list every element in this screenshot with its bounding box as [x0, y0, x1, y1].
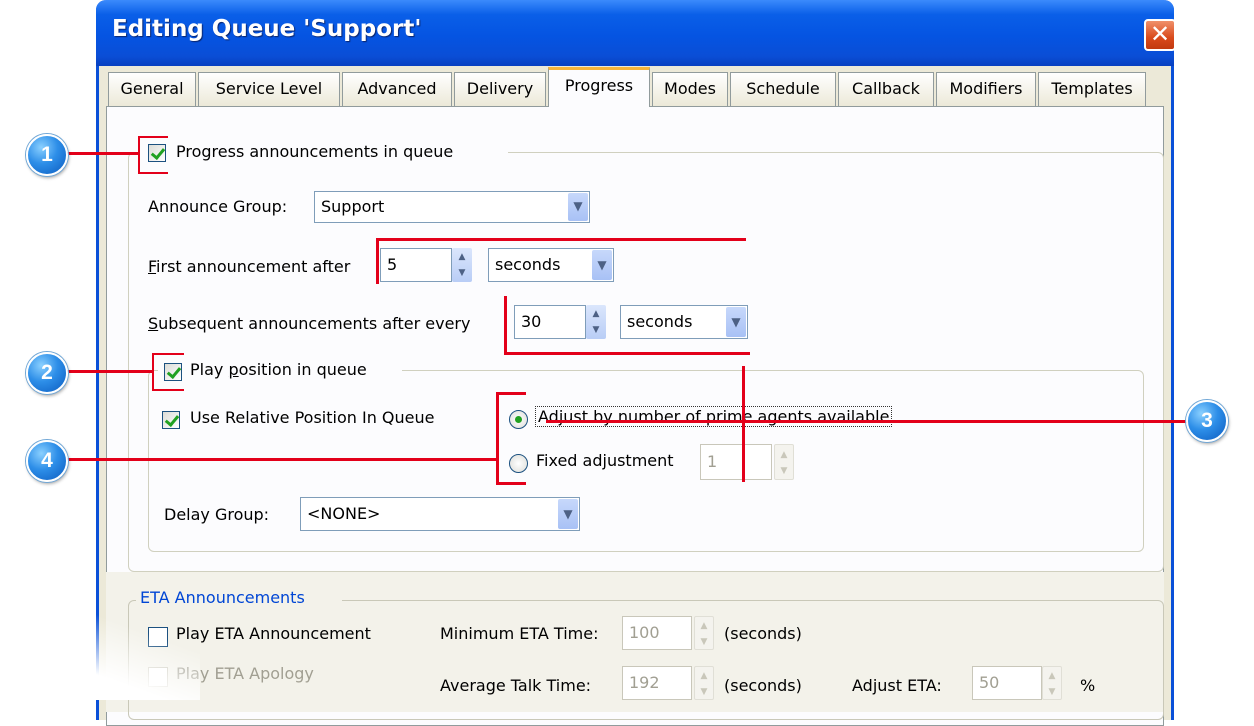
page-fade	[0, 600, 200, 700]
chevron-down-icon[interactable]: ▼	[726, 307, 746, 337]
callout-badge-1: 1	[26, 134, 68, 176]
tab-delivery[interactable]: Delivery	[454, 72, 546, 106]
callout-2-line	[62, 370, 154, 373]
callout-2-bracket	[152, 353, 154, 391]
adjust-eta-label: Adjust ETA:	[852, 676, 942, 695]
spin-down-icon[interactable]: ▼	[586, 325, 606, 335]
play-eta-label: Play ETA Announcement	[176, 624, 371, 643]
spin-down-icon[interactable]: ▼	[695, 687, 713, 697]
first-announcement-unit-select[interactable]: seconds ▼	[488, 248, 614, 282]
min-eta-label: Minimum ETA Time:	[440, 624, 599, 643]
callout-3-line	[546, 420, 1188, 423]
callout-3-left-bracket	[376, 238, 379, 284]
fixed-adjustment-input[interactable]: 1	[700, 444, 772, 480]
tab-service-level[interactable]: Service Level	[198, 72, 340, 106]
fixed-adjustment-radio[interactable]	[509, 454, 528, 473]
callout-4-bracket	[496, 392, 499, 484]
subsequent-announcement-spinner[interactable]: ▲ ▼	[586, 305, 606, 339]
adjust-eta-unit: %	[1080, 676, 1096, 695]
callout-badge-2: 2	[26, 352, 68, 394]
min-eta-input[interactable]: 100	[622, 616, 692, 650]
chevron-down-icon[interactable]: ▼	[558, 499, 578, 529]
window-title: Editing Queue 'Support'	[112, 16, 422, 42]
callout-1-bracket	[138, 136, 140, 174]
spin-up-icon[interactable]: ▲	[586, 309, 606, 319]
first-announcement-spinner[interactable]: ▲ ▼	[452, 248, 472, 282]
subsequent-announcement-input[interactable]: 30	[514, 305, 586, 339]
subsequent-unit-value: seconds	[627, 312, 693, 331]
tab-modes[interactable]: Modes	[652, 72, 728, 106]
min-eta-unit: (seconds)	[724, 624, 802, 643]
progress-announcements-checkbox[interactable]	[148, 144, 166, 162]
avg-talk-unit: (seconds)	[724, 676, 802, 695]
spin-down-icon[interactable]: ▼	[452, 268, 472, 278]
announce-group-label: Announce Group:	[148, 197, 288, 216]
spin-down-icon[interactable]: ▼	[1043, 687, 1061, 697]
subsequent-announcement-label: Subsequent announcements after every	[148, 314, 471, 333]
callout-4-bracket-bottom	[496, 482, 526, 485]
adjust-eta-input[interactable]: 50	[972, 666, 1042, 700]
fixed-adjustment-spinner[interactable]: ▲ ▼	[774, 444, 794, 480]
callout-1-bracket-top	[138, 136, 168, 138]
spin-up-icon[interactable]: ▲	[775, 450, 793, 460]
first-announcement-label: First announcement after	[148, 257, 351, 276]
callout-2-bracket-bottom	[152, 389, 184, 391]
delay-group-value: <NONE>	[307, 504, 381, 523]
play-position-checkbox[interactable]	[164, 363, 182, 381]
spin-down-icon[interactable]: ▼	[695, 637, 713, 647]
fixed-adjustment-label: Fixed adjustment	[536, 451, 674, 470]
tab-templates[interactable]: Templates	[1038, 72, 1146, 106]
spin-up-icon[interactable]: ▲	[695, 621, 713, 631]
callout-1-line	[62, 152, 140, 155]
spin-down-icon[interactable]: ▼	[775, 466, 793, 476]
callout-badge-3: 3	[1186, 400, 1228, 442]
subsequent-announcement-unit-select[interactable]: seconds ▼	[620, 305, 748, 339]
announce-group-select[interactable]: Support ▼	[314, 191, 590, 223]
delay-group-select[interactable]: <NONE> ▼	[300, 497, 580, 531]
chevron-down-icon[interactable]: ▼	[592, 250, 612, 280]
announce-group-value: Support	[321, 197, 385, 216]
callout-3-top-line	[376, 238, 746, 241]
progress-announcements-label: Progress announcements in queue	[176, 142, 454, 161]
callout-4-line	[62, 458, 498, 461]
tab-modifiers[interactable]: Modifiers	[936, 72, 1036, 106]
callout-3-lower-bracket	[504, 296, 507, 354]
close-icon: ✕	[1149, 20, 1171, 48]
callout-2-bracket-top	[152, 353, 184, 355]
close-button[interactable]: ✕	[1144, 19, 1176, 51]
tab-advanced[interactable]: Advanced	[342, 72, 452, 106]
relative-position-checkbox[interactable]	[162, 411, 180, 429]
adjust-prime-agents-label: Adjust by number of prime agents availab…	[534, 406, 893, 427]
play-position-label: Play position in queue	[190, 360, 367, 379]
spin-up-icon[interactable]: ▲	[695, 671, 713, 681]
relative-position-label: Use Relative Position In Queue	[190, 408, 435, 427]
tab-progress[interactable]: Progress	[548, 67, 650, 107]
callout-3-lower-line	[504, 352, 750, 355]
chevron-down-icon[interactable]: ▼	[568, 193, 588, 221]
adjust-eta-spinner[interactable]: ▲ ▼	[1042, 666, 1062, 700]
delay-group-label: Delay Group:	[164, 505, 270, 524]
tab-general[interactable]: General	[108, 72, 196, 106]
first-unit-value: seconds	[495, 255, 561, 274]
callout-1-bracket-bottom	[138, 172, 168, 174]
first-announcement-input[interactable]: 5	[380, 248, 452, 282]
tab-schedule[interactable]: Schedule	[730, 72, 836, 106]
tab-callback[interactable]: Callback	[838, 72, 934, 106]
avg-talk-label: Average Talk Time:	[440, 676, 592, 695]
callout-badge-4: 4	[26, 440, 68, 482]
adjust-prime-agents-radio[interactable]	[509, 410, 528, 429]
callout-3-vertical	[742, 366, 745, 482]
callout-4-bracket-top	[496, 392, 526, 395]
avg-talk-input[interactable]: 192	[622, 666, 692, 700]
spin-up-icon[interactable]: ▲	[452, 252, 472, 262]
spin-up-icon[interactable]: ▲	[1043, 671, 1061, 681]
avg-talk-spinner[interactable]: ▲ ▼	[694, 666, 714, 700]
min-eta-spinner[interactable]: ▲ ▼	[694, 616, 714, 650]
